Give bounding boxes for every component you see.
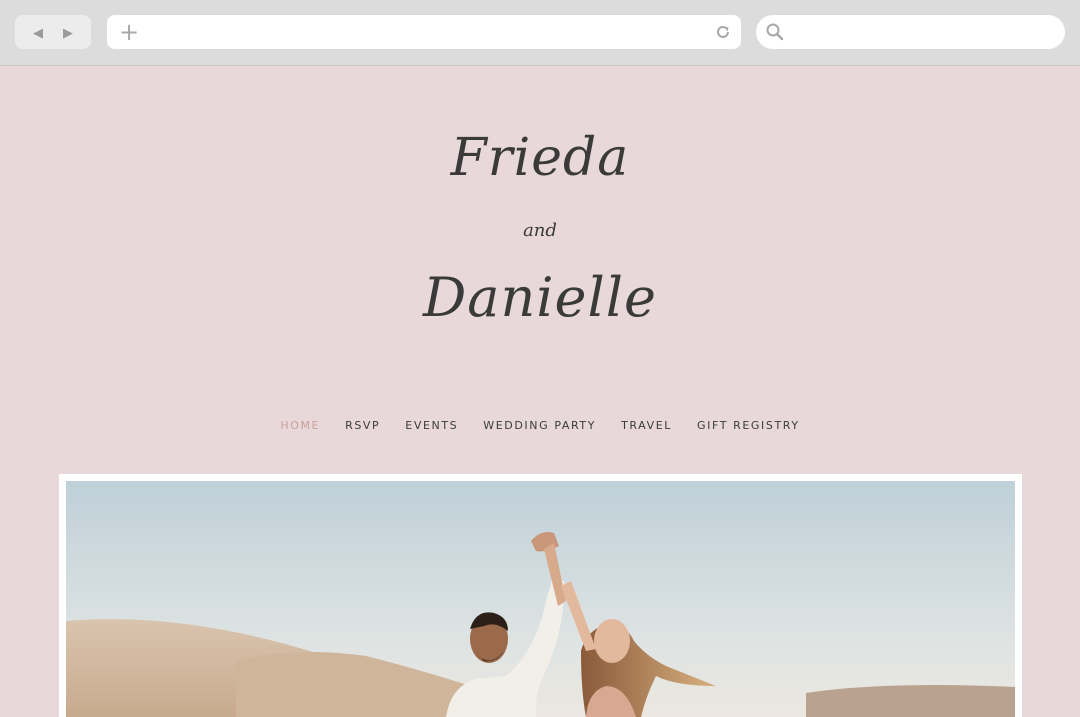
search-icon [766, 23, 784, 41]
browser-chrome: ◀ ▶ + [0, 0, 1080, 66]
nav-wedding-party[interactable]: WEDDING PARTY [483, 419, 596, 432]
new-tab-icon[interactable]: + [119, 19, 139, 45]
hero-photo-frame [59, 474, 1022, 717]
second-name: Danielle [423, 266, 657, 329]
site-navigation: HOME RSVP EVENTS WEDDING PARTY TRAVEL GI… [0, 419, 1080, 432]
nav-home[interactable]: HOME [280, 419, 320, 432]
hero-photo [66, 481, 1015, 717]
back-icon[interactable]: ◀ [33, 26, 43, 39]
search-field[interactable] [756, 15, 1065, 49]
reload-icon[interactable] [713, 22, 733, 42]
nav-events[interactable]: EVENTS [405, 419, 458, 432]
forward-icon[interactable]: ▶ [63, 26, 73, 39]
name-connector: and [523, 220, 557, 241]
nav-travel[interactable]: TRAVEL [621, 419, 672, 432]
nav-gift-registry[interactable]: GIFT REGISTRY [697, 419, 800, 432]
first-name: Frieda [450, 128, 630, 188]
address-bar[interactable]: + [107, 15, 741, 49]
nav-rsvp[interactable]: RSVP [345, 419, 380, 432]
history-buttons: ◀ ▶ [15, 15, 91, 49]
